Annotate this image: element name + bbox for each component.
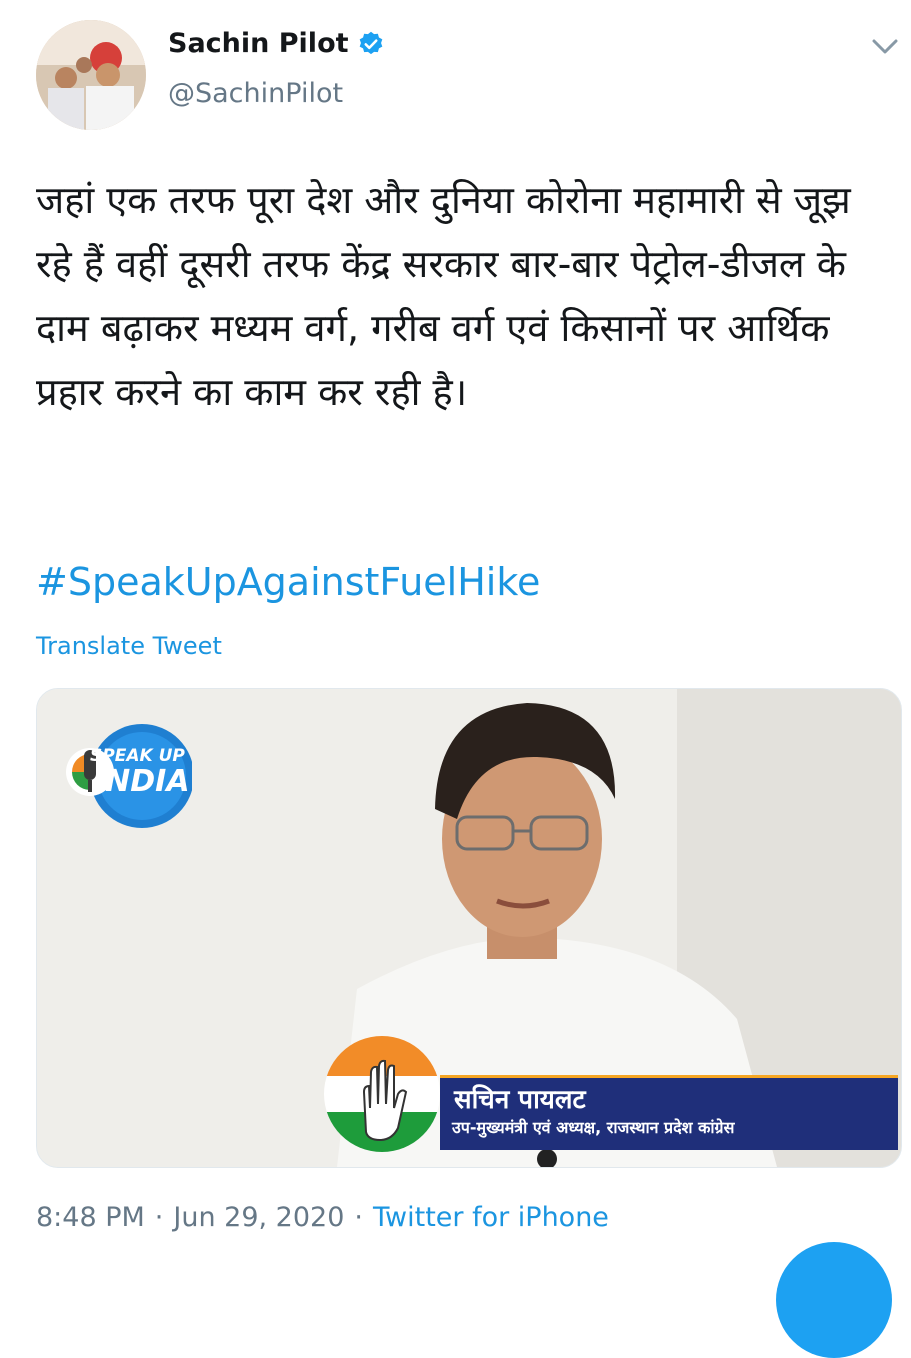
party-symbol-icon xyxy=(324,1036,440,1152)
hashtag-link[interactable]: #SpeakUpAgainstFuelHike xyxy=(36,560,540,604)
meta-separator: · xyxy=(354,1202,363,1233)
chevron-down-icon[interactable] xyxy=(868,34,902,60)
tweet-text: जहां एक तरफ पूरा देश और दुनिया कोरोना मह… xyxy=(36,178,851,414)
tweet-date[interactable]: Jun 29, 2020 xyxy=(173,1202,344,1233)
verified-badge-icon xyxy=(359,31,382,54)
author-handle[interactable]: @SachinPilot xyxy=(168,78,343,109)
tweet-meta: 8:48 PM · Jun 29, 2020 · Twitter for iPh… xyxy=(36,1202,609,1233)
tweet-source-link[interactable]: Twitter for iPhone xyxy=(373,1202,609,1233)
logo-line1: SPEAK UP xyxy=(90,746,185,766)
display-name[interactable]: Sachin Pilot xyxy=(168,28,349,59)
video-caption-title: उप-मुख्यमंत्री एवं अध्यक्ष, राजस्थान प्र… xyxy=(452,1118,735,1137)
author-name-row[interactable]: Sachin Pilot xyxy=(168,28,385,59)
tweet-time[interactable]: 8:48 PM xyxy=(36,1202,145,1233)
video-caption-name: सचिन पायलट xyxy=(454,1085,586,1115)
compose-fab-button[interactable] xyxy=(776,1242,892,1358)
translate-tweet-link[interactable]: Translate Tweet xyxy=(36,632,222,660)
meta-separator: · xyxy=(154,1202,164,1233)
logo-line2: INDIA xyxy=(94,764,190,799)
avatar[interactable] xyxy=(36,20,146,130)
